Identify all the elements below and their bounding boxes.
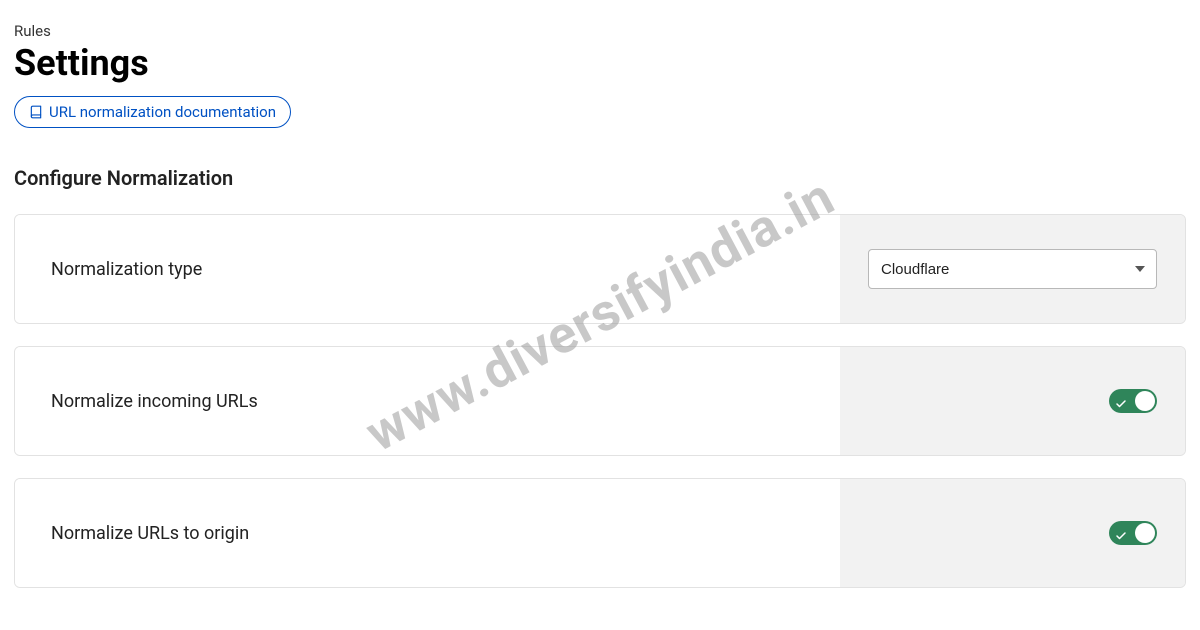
setting-control-cell bbox=[840, 479, 1185, 587]
section-heading: Configure Normalization bbox=[14, 166, 1186, 190]
setting-label-cell: Normalization type bbox=[15, 215, 840, 323]
normalization-type-select[interactable]: Cloudflare bbox=[868, 249, 1157, 289]
check-icon bbox=[1115, 527, 1127, 539]
setting-label-cell: Normalize incoming URLs bbox=[15, 347, 840, 455]
normalize-incoming-label: Normalize incoming URLs bbox=[51, 391, 258, 412]
setting-row-normalization-type: Normalization type Cloudflare bbox=[14, 214, 1186, 324]
breadcrumb: Rules bbox=[14, 22, 1186, 40]
normalize-origin-label: Normalize URLs to origin bbox=[51, 523, 249, 544]
toggle-knob bbox=[1135, 523, 1155, 543]
normalization-type-select-wrap: Cloudflare bbox=[868, 249, 1157, 289]
page-title: Settings bbox=[14, 42, 1186, 84]
normalization-type-label: Normalization type bbox=[51, 259, 202, 280]
setting-control-cell bbox=[840, 347, 1185, 455]
normalize-incoming-toggle[interactable] bbox=[1109, 389, 1157, 413]
book-icon bbox=[29, 105, 43, 119]
check-icon bbox=[1115, 395, 1127, 407]
setting-label-cell: Normalize URLs to origin bbox=[15, 479, 840, 587]
setting-row-normalize-origin: Normalize URLs to origin bbox=[14, 478, 1186, 588]
setting-row-normalize-incoming: Normalize incoming URLs bbox=[14, 346, 1186, 456]
toggle-knob bbox=[1135, 391, 1155, 411]
setting-control-cell: Cloudflare bbox=[840, 215, 1185, 323]
url-normalization-doc-link[interactable]: URL normalization documentation bbox=[14, 96, 291, 128]
normalize-origin-toggle[interactable] bbox=[1109, 521, 1157, 545]
doc-link-label: URL normalization documentation bbox=[49, 103, 276, 121]
